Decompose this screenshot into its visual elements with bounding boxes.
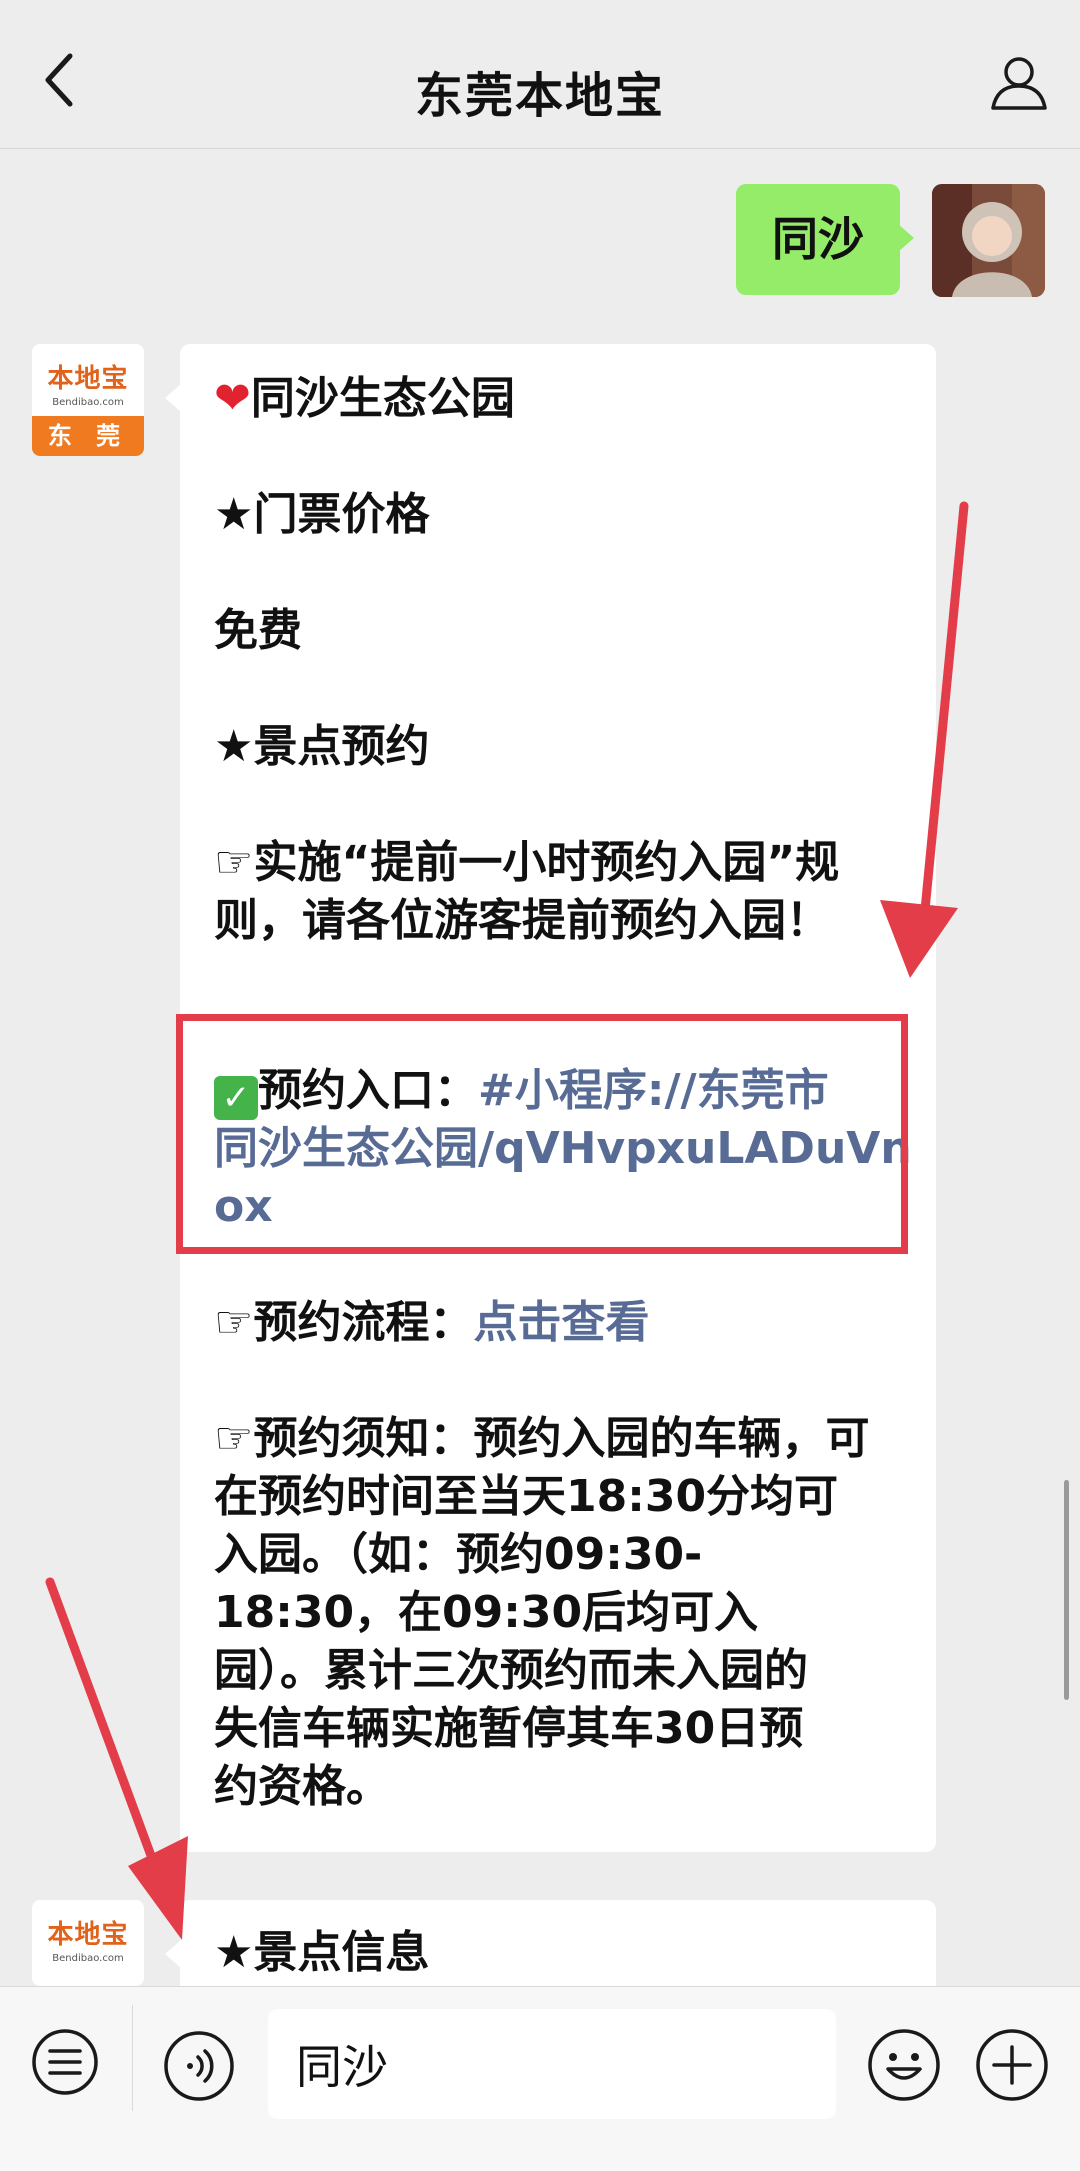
scrollbar[interactable]	[1064, 1480, 1069, 1700]
menu-icon[interactable]	[30, 2027, 100, 2097]
message-input[interactable]	[268, 2009, 836, 2119]
emoji-icon[interactable]	[866, 2027, 942, 2103]
input-bar	[0, 1986, 1080, 2171]
red-arrow-annotation	[45, 501, 969, 1940]
divider	[132, 2005, 133, 2111]
voice-icon[interactable]	[162, 2029, 236, 2103]
plus-icon[interactable]	[974, 2027, 1050, 2103]
